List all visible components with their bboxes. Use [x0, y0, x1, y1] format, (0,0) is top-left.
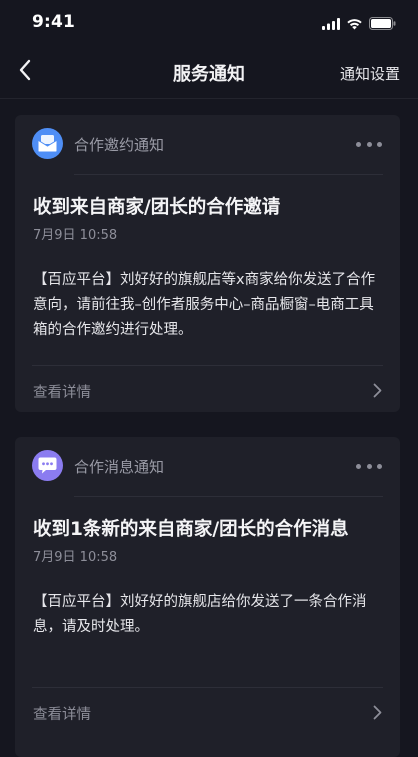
dot-icon [366, 141, 372, 147]
view-details-link[interactable]: 查看详情 [15, 366, 400, 414]
notification-type-label: 合作消息通知 [74, 458, 165, 476]
battery-icon [369, 15, 396, 34]
notification-body: 【百应平台】刘好好的旗舰店等x商家给你发送了合作意向，请前往我–创作者服务中心–… [33, 272, 376, 338]
status-time: 9:41 [32, 12, 76, 32]
notification-title: 收到1条新的来自商家/团长的合作消息 [33, 519, 349, 540]
view-details-label: 查看详情 [33, 385, 91, 401]
view-details-link[interactable]: 查看详情 [15, 688, 400, 736]
notification-type-label: 合作邀约通知 [74, 136, 165, 154]
divider [74, 174, 383, 175]
status-bar: 9:41 [0, 0, 418, 46]
chat-bubble-icon [32, 450, 63, 481]
wifi-icon [346, 15, 363, 34]
dot-icon [356, 463, 361, 469]
notification-time: 7月9日 10:58 [33, 550, 118, 565]
card-header: 合作消息通知 [15, 437, 400, 495]
more-options-button[interactable] [356, 135, 382, 153]
dot-icon [356, 141, 361, 147]
nav-bar: 服务通知 通知设置 [0, 46, 418, 99]
divider [74, 496, 383, 497]
notification-body: 【百应平台】刘好好的旗舰店给你发送了一条合作消息，请及时处理。 [33, 594, 367, 635]
status-icons [322, 15, 396, 34]
card-header: 合作邀约通知 [15, 115, 400, 173]
chevron-right-icon [370, 381, 384, 399]
dot-icon [366, 463, 372, 469]
view-details-label: 查看详情 [33, 707, 91, 723]
envelope-icon [32, 128, 63, 159]
notification-card: 合作消息通知 收到1条新的来自商家/团长的合作消息 7月9日 10:58 【百应… [15, 437, 400, 757]
more-options-button[interactable] [356, 457, 382, 475]
dot-icon [377, 463, 382, 469]
dot-icon [377, 141, 382, 147]
signal-icon [322, 15, 340, 34]
notification-time: 7月9日 10:58 [33, 228, 118, 243]
notification-card: 合作邀约通知 收到来自商家/团长的合作邀请 7月9日 10:58 【百应平台】刘… [15, 115, 400, 412]
notification-title: 收到来自商家/团长的合作邀请 [33, 197, 281, 218]
chevron-right-icon [370, 703, 384, 721]
notification-settings-button[interactable]: 通知设置 [340, 63, 400, 84]
